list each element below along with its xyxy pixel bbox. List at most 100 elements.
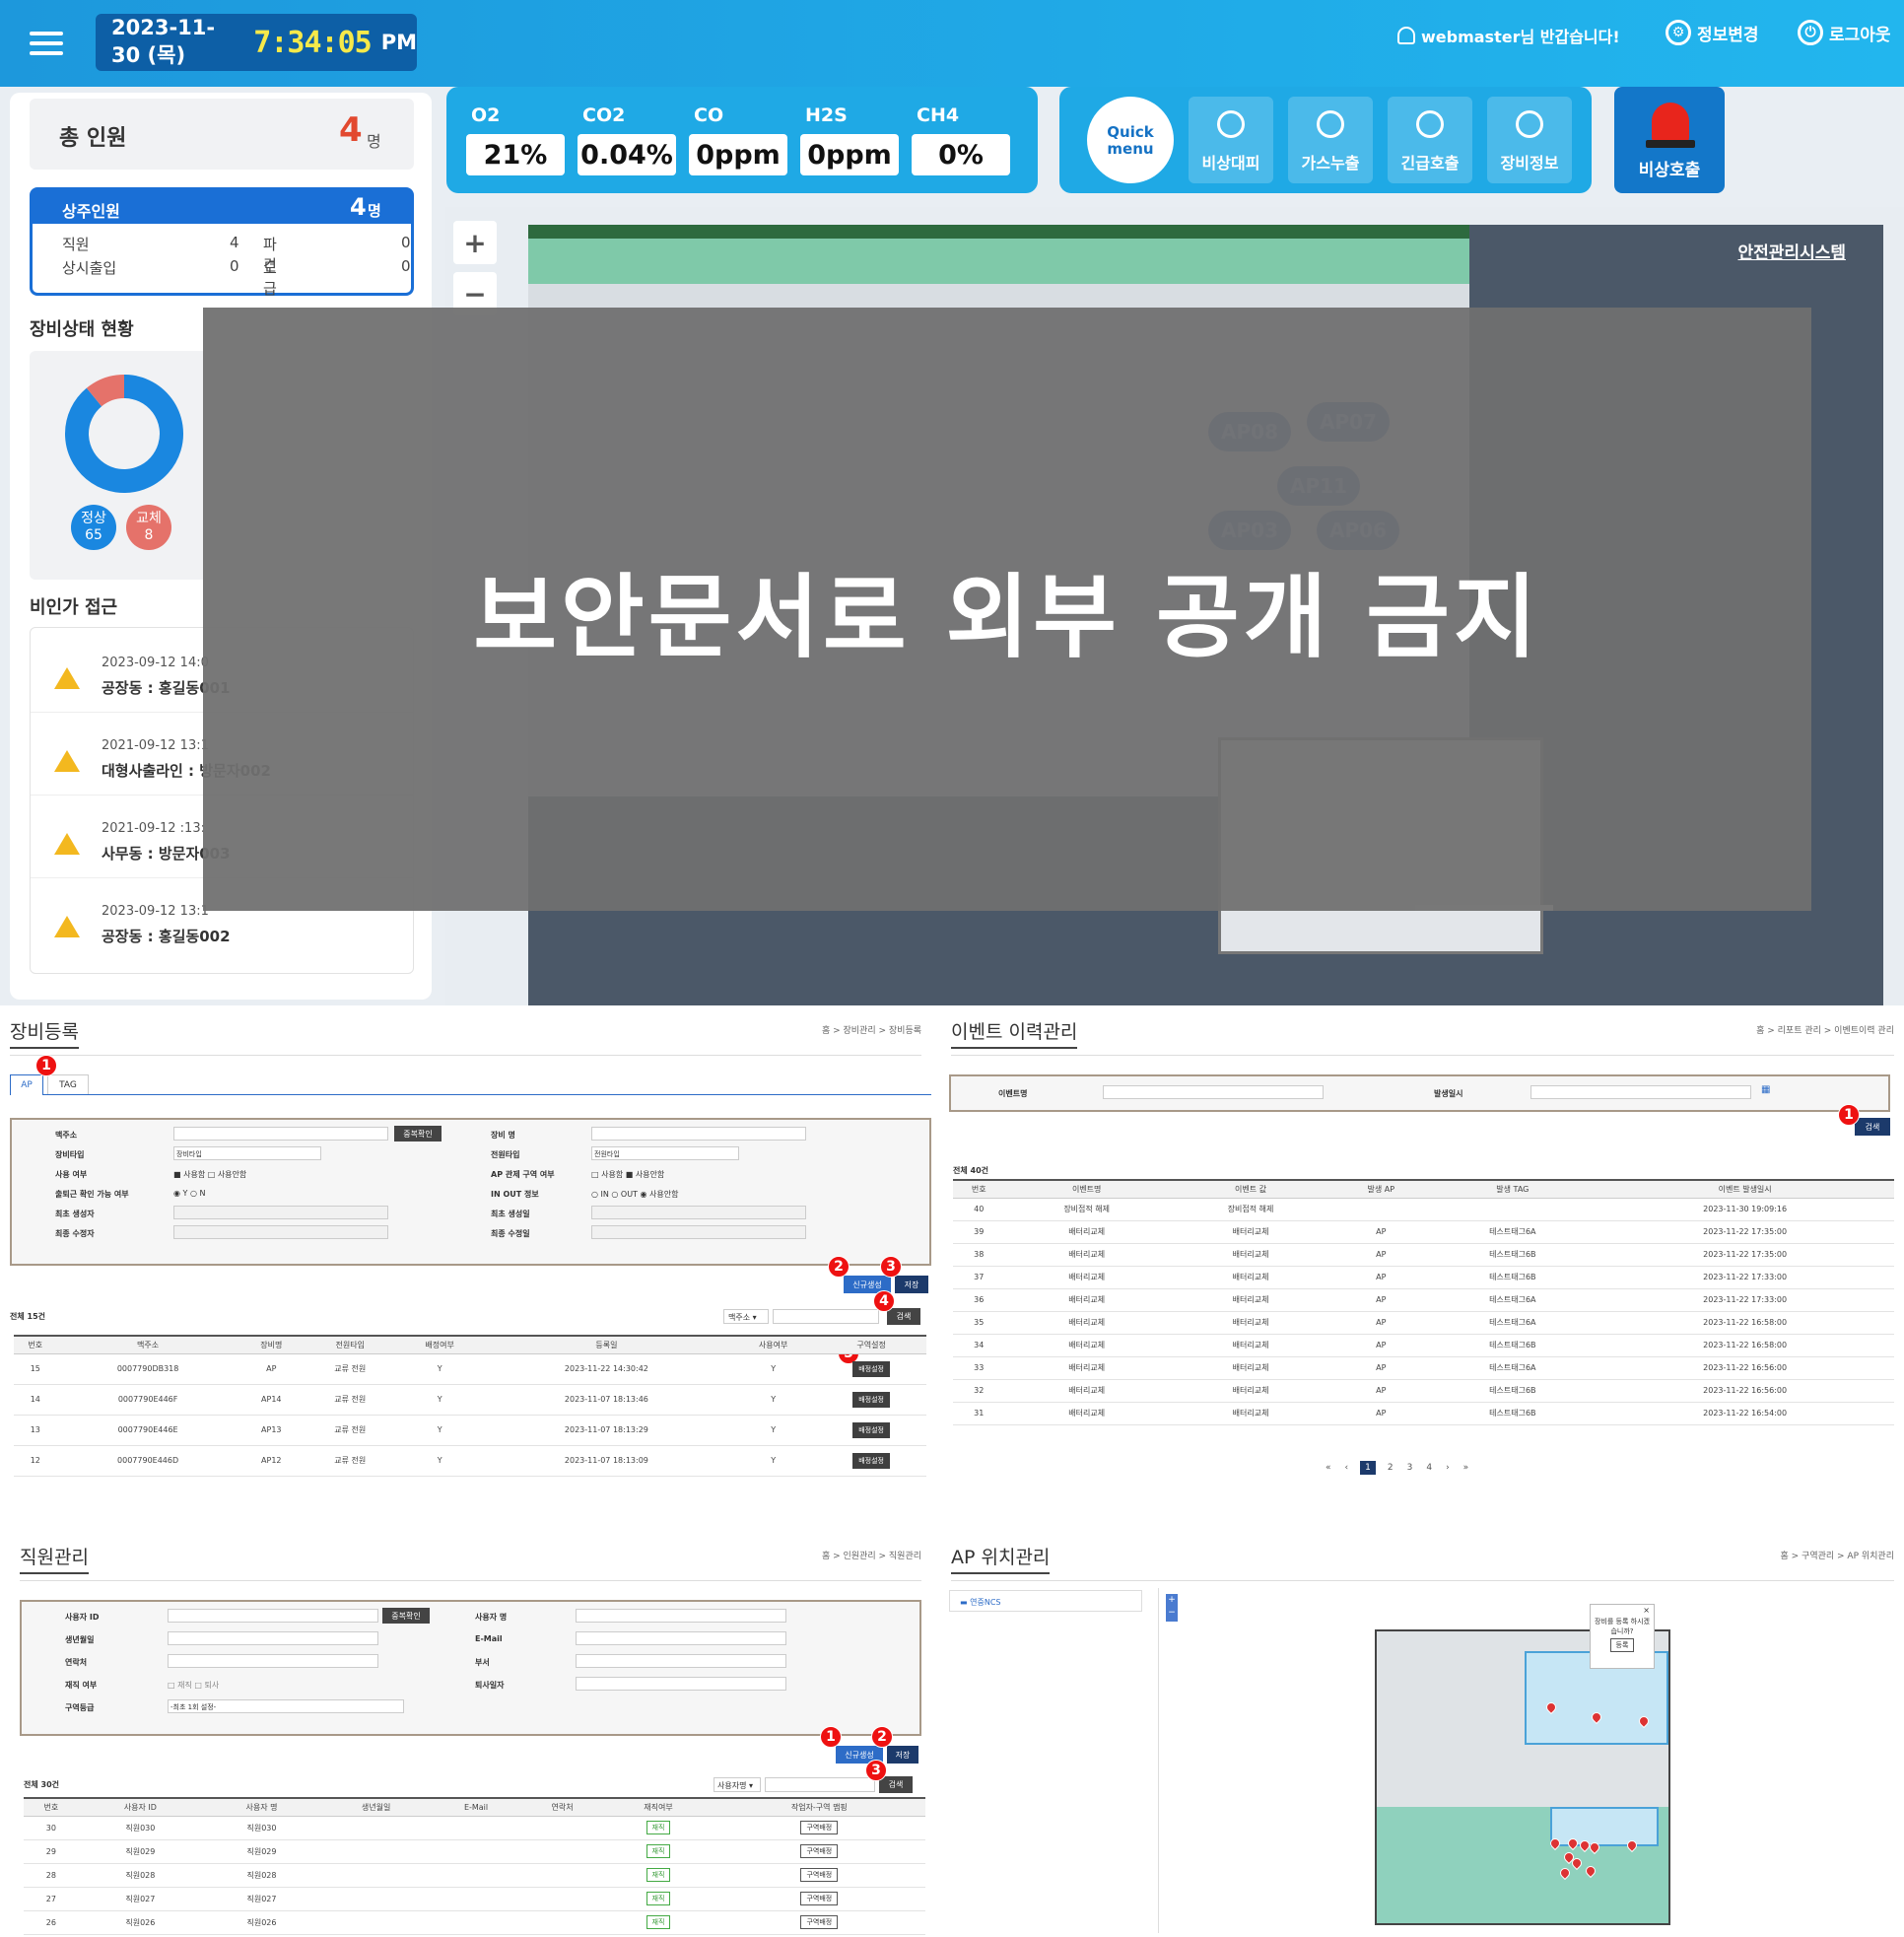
zoom-in-button[interactable]: +: [453, 221, 497, 264]
s3-search-select[interactable]: 사용자명 ▾: [714, 1777, 761, 1792]
table-row[interactable]: 12 0007790E446D AP12 교류 전원 Y 2023-11-07 18:13…: [14, 1445, 926, 1477]
s3-col-header: 사용자 명: [202, 1797, 321, 1817]
creator-input[interactable]: [173, 1206, 388, 1219]
s4-tree-item[interactable]: 연중NCS: [970, 1598, 1000, 1607]
s3-dup-check-button[interactable]: 중복확인: [382, 1608, 430, 1624]
s2-cell: 테스트태그6B: [1429, 1266, 1597, 1289]
s2-cell: AP: [1332, 1379, 1430, 1403]
s1-search-button[interactable]: 검색: [887, 1308, 920, 1325]
modified-date-input[interactable]: [591, 1225, 806, 1239]
s1-search-input[interactable]: [773, 1309, 879, 1324]
created-date-input[interactable]: [591, 1206, 806, 1219]
page-link[interactable]: 4: [1424, 1461, 1434, 1475]
modifier-input[interactable]: [173, 1225, 388, 1239]
assign-button[interactable]: 배정설정: [852, 1421, 890, 1438]
logout-button[interactable]: ⏻ 로그아웃: [1798, 20, 1891, 45]
s1-save-button[interactable]: 저장: [895, 1276, 928, 1293]
table-row[interactable]: 35 배터리교체 배터리교체 AP 테스트태그6A 2023-11-22 16:58:00: [953, 1311, 1894, 1335]
table-row[interactable]: 14 0007790E446F AP14 교류 전원 Y 2023-11-07 18:13…: [14, 1384, 926, 1416]
user-id-input[interactable]: [168, 1609, 378, 1623]
table-row[interactable]: 29 직원029 직원029 재직 구역배정: [24, 1839, 925, 1864]
page-link[interactable]: 1: [1360, 1461, 1376, 1475]
power-select[interactable]: 전원타입: [591, 1146, 739, 1160]
grade-select[interactable]: -최초 1회 설정-: [168, 1699, 404, 1713]
s3-save-button[interactable]: 저장: [887, 1746, 918, 1764]
user-name-input[interactable]: [576, 1609, 786, 1623]
s3-search-button[interactable]: 검색: [879, 1776, 913, 1793]
work-radio[interactable]: □ 재직 □ 퇴사: [168, 1680, 219, 1691]
s1-cell: 13: [14, 1415, 57, 1446]
phone-input[interactable]: [168, 1654, 378, 1668]
zone-assign-button[interactable]: 구역배정: [800, 1821, 839, 1834]
dup-check-button[interactable]: 중복확인: [394, 1126, 442, 1141]
assign-button[interactable]: 배정설정: [852, 1360, 890, 1377]
gas-leak-button[interactable]: 가스누출: [1288, 97, 1373, 183]
s3-search-input[interactable]: [765, 1777, 875, 1792]
page-link[interactable]: ›: [1444, 1461, 1452, 1475]
s2-event-name-input[interactable]: [1103, 1085, 1324, 1099]
settings-button[interactable]: ⚙ 정보변경: [1666, 20, 1759, 45]
table-row[interactable]: 31 배터리교체 배터리교체 AP 테스트태그6B 2023-11-22 16:54:00: [953, 1402, 1894, 1425]
table-row[interactable]: 36 배터리교체 배터리교체 AP 테스트태그6A 2023-11-22 17:33:00: [953, 1288, 1894, 1312]
table-row[interactable]: 15 0007790DB318 AP 교류 전원 Y 2023-11-22 14:30:4…: [14, 1353, 926, 1385]
s1-search-select[interactable]: 맥주소 ▾: [723, 1309, 769, 1324]
s4-zoom-control[interactable]: + −: [1166, 1594, 1178, 1622]
table-row[interactable]: 28 직원028 직원028 재직 구역배정: [24, 1863, 925, 1888]
emergency-call-button[interactable]: 비상호출: [1614, 87, 1725, 193]
page-link[interactable]: 2: [1386, 1461, 1395, 1475]
table-row[interactable]: 37 배터리교체 배터리교체 AP 테스트태그6B 2023-11-22 17:33:00: [953, 1266, 1894, 1289]
birth-input[interactable]: [168, 1631, 378, 1645]
s1-cell: Y: [396, 1415, 483, 1446]
urgent-call-button[interactable]: 긴급호출: [1388, 97, 1472, 183]
table-row[interactable]: 27 직원027 직원027 재직 구역배정: [24, 1887, 925, 1911]
resident-count: 4: [350, 193, 367, 221]
tab-tag[interactable]: TAG: [47, 1074, 89, 1094]
table-row[interactable]: 39 배터리교체 배터리교체 AP 테스트태그6A 2023-11-22 17:35:00: [953, 1220, 1894, 1244]
mac-input[interactable]: [173, 1127, 388, 1141]
table-row[interactable]: 34 배터리교체 배터리교체 AP 테스트태그6B 2023-11-22 16:58:00: [953, 1334, 1894, 1357]
menu-icon[interactable]: [30, 32, 63, 55]
zone-assign-button[interactable]: 구역배정: [800, 1868, 839, 1882]
s3-cell: 구역배정: [713, 1910, 925, 1935]
s4-popup-button[interactable]: 등록: [1609, 1638, 1635, 1652]
table-row[interactable]: 30 직원030 직원030 재직 구역배정: [24, 1816, 925, 1840]
s4-floor-map[interactable]: [1375, 1629, 1670, 1925]
device-name-input[interactable]: [591, 1127, 806, 1141]
table-row[interactable]: 38 배터리교체 배터리교체 AP 테스트태그6B 2023-11-22 17:35:00: [953, 1243, 1894, 1267]
s3-cell: 재직: [603, 1910, 714, 1935]
zone-assign-button[interactable]: 구역배정: [800, 1915, 839, 1929]
dept-input[interactable]: [576, 1654, 786, 1668]
close-icon[interactable]: ×: [1643, 1606, 1650, 1616]
page-link[interactable]: «: [1324, 1461, 1333, 1475]
zone-assign-button[interactable]: 구역배정: [800, 1844, 839, 1858]
evacuate-button[interactable]: 비상대피: [1189, 97, 1273, 183]
tab-ap[interactable]: AP: [10, 1074, 43, 1095]
s2-date-input[interactable]: [1530, 1085, 1751, 1099]
s2-title: 이벤트 이력관리: [951, 1017, 1078, 1049]
table-row[interactable]: 32 배터리교체 배터리교체 AP 테스트태그6B 2023-11-22 16:56:00: [953, 1379, 1894, 1403]
s2-search-button[interactable]: 검색: [1855, 1118, 1890, 1136]
table-row[interactable]: 13 0007790E446E AP13 교류 전원 Y 2023-11-07 18:13…: [14, 1415, 926, 1446]
table-row[interactable]: 33 배터리교체 배터리교체 AP 테스트태그6A 2023-11-22 16:56:00: [953, 1356, 1894, 1380]
resident-staff-label: 직원: [62, 236, 90, 253]
email-input[interactable]: [576, 1631, 786, 1645]
quick-menu-button[interactable]: Quick menu: [1087, 97, 1174, 183]
page-link[interactable]: »: [1462, 1461, 1471, 1475]
s3-cell: 재직: [603, 1839, 714, 1864]
zone-assign-button[interactable]: 구역배정: [800, 1892, 839, 1905]
calendar-icon[interactable]: ▦: [1761, 1084, 1770, 1095]
table-row[interactable]: 40 장비접적 해제 장비접적 해제 2023-11-30 19:09:16: [953, 1198, 1894, 1221]
use-radio[interactable]: ■ 사용함 □ 사용안함: [173, 1169, 246, 1180]
inout-radio[interactable]: ○ IN ○ OUT ◉ 사용안함: [591, 1189, 678, 1200]
ap-use-radio[interactable]: □ 사용함 ■ 사용안함: [591, 1169, 664, 1180]
assign-button[interactable]: 배정설정: [852, 1452, 890, 1469]
type-select[interactable]: 장비타입: [173, 1146, 321, 1160]
table-row[interactable]: 26 직원026 직원026 재직 구역배정: [24, 1910, 925, 1935]
retire-input[interactable]: [576, 1677, 786, 1691]
equip-info-button[interactable]: 장비정보: [1487, 97, 1572, 183]
page-link[interactable]: 3: [1405, 1461, 1415, 1475]
yn-radio[interactable]: ◉ Y ○ N: [173, 1189, 205, 1198]
s1-col-header: 전원타입: [303, 1335, 397, 1354]
assign-button[interactable]: 배정설정: [852, 1391, 890, 1408]
page-link[interactable]: ‹: [1343, 1461, 1351, 1475]
